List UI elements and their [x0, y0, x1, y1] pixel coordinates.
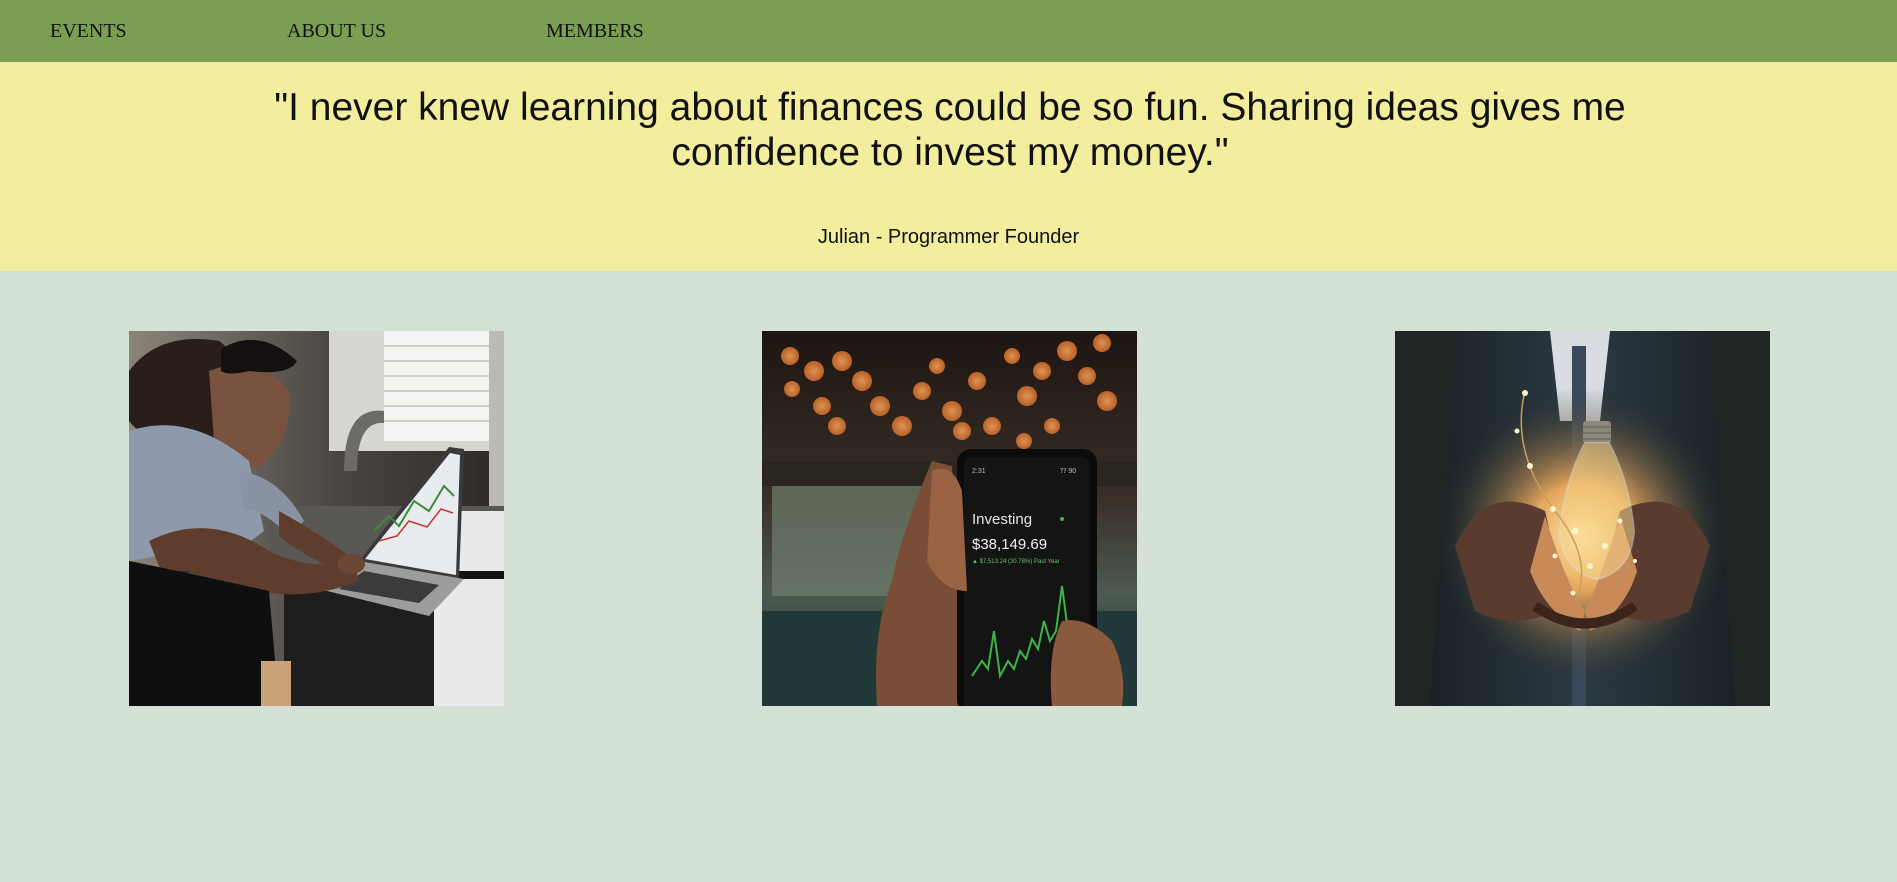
phone-value: $38,149.69 [972, 536, 1047, 553]
nav-link-members[interactable]: MEMBERS [546, 20, 644, 43]
nav-link-events[interactable]: EVENTS [50, 20, 127, 43]
svg-text:⁇ 90: ⁇ 90 [1060, 468, 1076, 475]
testimonial-quote: "I never knew learning about finances co… [274, 86, 1626, 174]
phone-change: ▲ $7,513.24 (20.78%) Past Year [972, 559, 1060, 565]
phone-title: Investing [972, 511, 1032, 528]
top-nav: EVENTS ABOUT US MEMBERS [0, 0, 1897, 62]
testimonial-section: "I never knew learning about finances co… [0, 62, 1897, 271]
svg-text:2:31: 2:31 [972, 468, 986, 475]
hands-holding-lightbulb-photo [1395, 331, 1770, 706]
nav-link-about-us[interactable]: ABOUT US [287, 20, 386, 43]
man-at-laptop-image [129, 331, 504, 706]
testimonial-author: Julian - Programmer Founder [817, 226, 1080, 248]
lightbulb-image [1395, 331, 1770, 706]
man-at-laptop-photo [129, 331, 504, 706]
phone-investing-image: 2:31 ⁇ 90 Investing $38,149.69 ▲ $7,513.… [762, 331, 1137, 706]
phone-investing-app-photo: 2:31 ⁇ 90 Investing $38,149.69 ▲ $7,513.… [762, 331, 1137, 706]
